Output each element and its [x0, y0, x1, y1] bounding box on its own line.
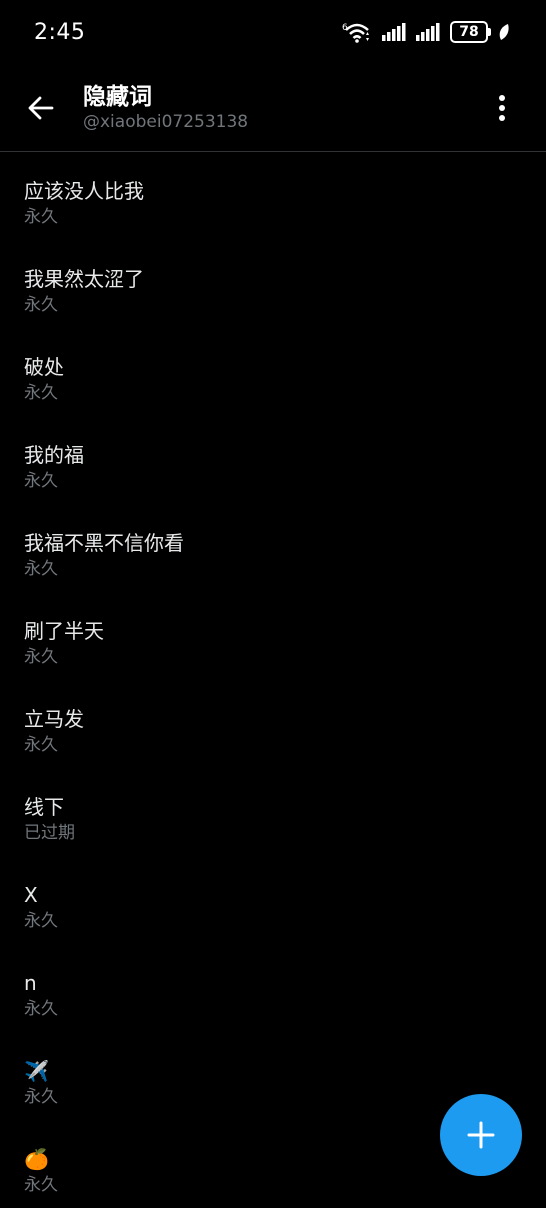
page-subtitle: @xiaobei07253138 [83, 111, 249, 132]
add-muted-word-button[interactable] [440, 1094, 522, 1176]
list-item[interactable]: 线下 已过期 [0, 768, 546, 856]
status-icons: 6 78 [342, 21, 510, 43]
muted-word: 应该没人比我 [24, 179, 144, 203]
muted-word: ✈️ [24, 1059, 49, 1083]
title-block: 隐藏词 @xiaobei07253138 [83, 83, 248, 133]
list-item[interactable]: 应该没人比我 永久 [0, 152, 546, 240]
more-vertical-icon [499, 95, 505, 121]
list-item[interactable]: 刷了半天 永久 [0, 592, 546, 680]
muted-words-list: 应该没人比我 永久 我果然太涩了 永久 破处 永久 我的福 永久 我福不黑不信你… [0, 152, 546, 1208]
list-item[interactable]: 我福不黑不信你看 永久 [0, 504, 546, 592]
list-item[interactable]: 破处 永久 [0, 328, 546, 416]
back-button[interactable] [17, 84, 65, 132]
mute-duration: 永久 [24, 999, 58, 1019]
muted-word: 立马发 [24, 707, 84, 731]
muted-word: 我的福 [24, 443, 84, 467]
arrow-left-icon [28, 96, 54, 119]
mute-duration: 永久 [24, 471, 58, 491]
mute-duration: 永久 [24, 1087, 58, 1107]
mute-duration: 永久 [24, 207, 58, 227]
battery-indicator: 78 [450, 21, 491, 43]
muted-word: 我果然太涩了 [24, 267, 144, 291]
mute-duration: 永久 [24, 559, 58, 579]
mute-duration: 永久 [24, 735, 58, 755]
mute-duration: 永久 [24, 1175, 58, 1195]
signal-icon-2 [416, 23, 440, 41]
wifi-icon: 6 [342, 23, 369, 43]
list-item[interactable]: X 永久 [0, 856, 546, 944]
muted-word: 我福不黑不信你看 [24, 531, 184, 555]
muted-word: X [24, 883, 38, 907]
mute-duration: 永久 [24, 383, 58, 403]
mute-duration: 已过期 [24, 823, 75, 843]
header: 隐藏词 @xiaobei07253138 [0, 64, 546, 152]
page-title: 隐藏词 [83, 83, 152, 110]
mute-duration: 永久 [24, 911, 58, 931]
more-options-button[interactable] [478, 84, 526, 132]
muted-word: 刷了半天 [24, 619, 104, 643]
list-item[interactable]: 我果然太涩了 永久 [0, 240, 546, 328]
plus-icon [467, 1121, 495, 1149]
status-bar: 2:45 6 78 [0, 0, 546, 64]
muted-word: n [24, 971, 37, 995]
signal-icon [382, 23, 406, 41]
status-time: 2:45 [34, 19, 86, 45]
list-item[interactable]: n 永久 [0, 944, 546, 1032]
list-item[interactable]: 我的福 永久 [0, 416, 546, 504]
muted-word: 破处 [24, 355, 64, 379]
mute-duration: 永久 [24, 295, 58, 315]
mute-duration: 永久 [24, 647, 58, 667]
muted-word: 线下 [24, 795, 64, 819]
leaf-icon [499, 24, 509, 40]
list-item[interactable]: 立马发 永久 [0, 680, 546, 768]
